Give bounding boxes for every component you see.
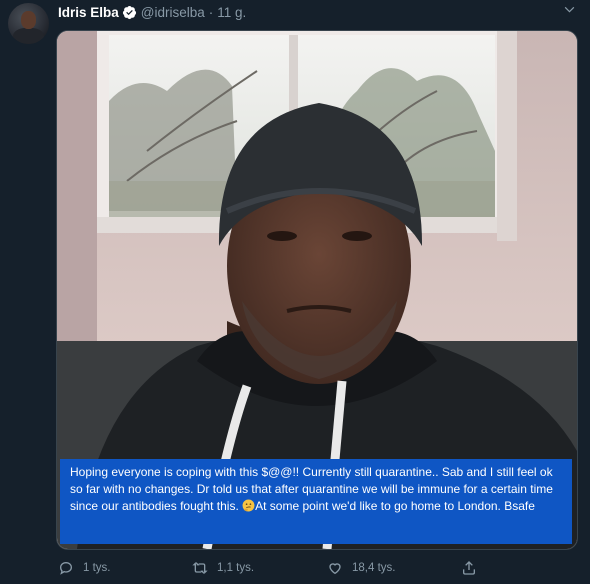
like-count: 18,4 tys. bbox=[352, 562, 396, 574]
share-icon bbox=[463, 561, 475, 575]
photo-caption: Hoping everyone is coping with this $@@!… bbox=[60, 459, 572, 544]
thinking-face-emoji bbox=[242, 499, 255, 512]
reply-count: 1 tys. bbox=[83, 562, 111, 574]
reply-icon bbox=[59, 561, 73, 575]
avatar-body-shape bbox=[13, 28, 44, 44]
verified-badge-icon bbox=[122, 5, 136, 19]
heart-icon bbox=[329, 563, 341, 575]
avatar[interactable] bbox=[8, 3, 49, 44]
tweet-actions: 1 tys. 1,1 tys. 18,4 tys. bbox=[56, 560, 576, 578]
avatar-face-shape bbox=[21, 11, 36, 29]
author-handle[interactable]: @idriselba bbox=[141, 5, 205, 20]
header-separator: · bbox=[208, 4, 214, 20]
caption-text-part-2: At some point we'd like to go home to Lo… bbox=[255, 499, 535, 513]
reply-button[interactable]: 1 tys. bbox=[58, 560, 110, 576]
like-button[interactable]: 18,4 tys. bbox=[327, 560, 395, 576]
author-name[interactable]: Idris Elba bbox=[58, 5, 119, 20]
tweet-timestamp[interactable]: 11 g. bbox=[217, 5, 246, 20]
retweet-button[interactable]: 1,1 tys. bbox=[192, 560, 254, 576]
chevron-down-icon[interactable] bbox=[563, 3, 576, 16]
share-button[interactable] bbox=[461, 560, 486, 576]
tweet: Idris Elba @idriselba · 11 g. Hoping eve… bbox=[0, 0, 590, 584]
retweet-icon bbox=[192, 562, 208, 574]
retweet-count: 1,1 tys. bbox=[217, 562, 255, 574]
tweet-header: Idris Elba @idriselba · 11 g. bbox=[58, 3, 246, 21]
